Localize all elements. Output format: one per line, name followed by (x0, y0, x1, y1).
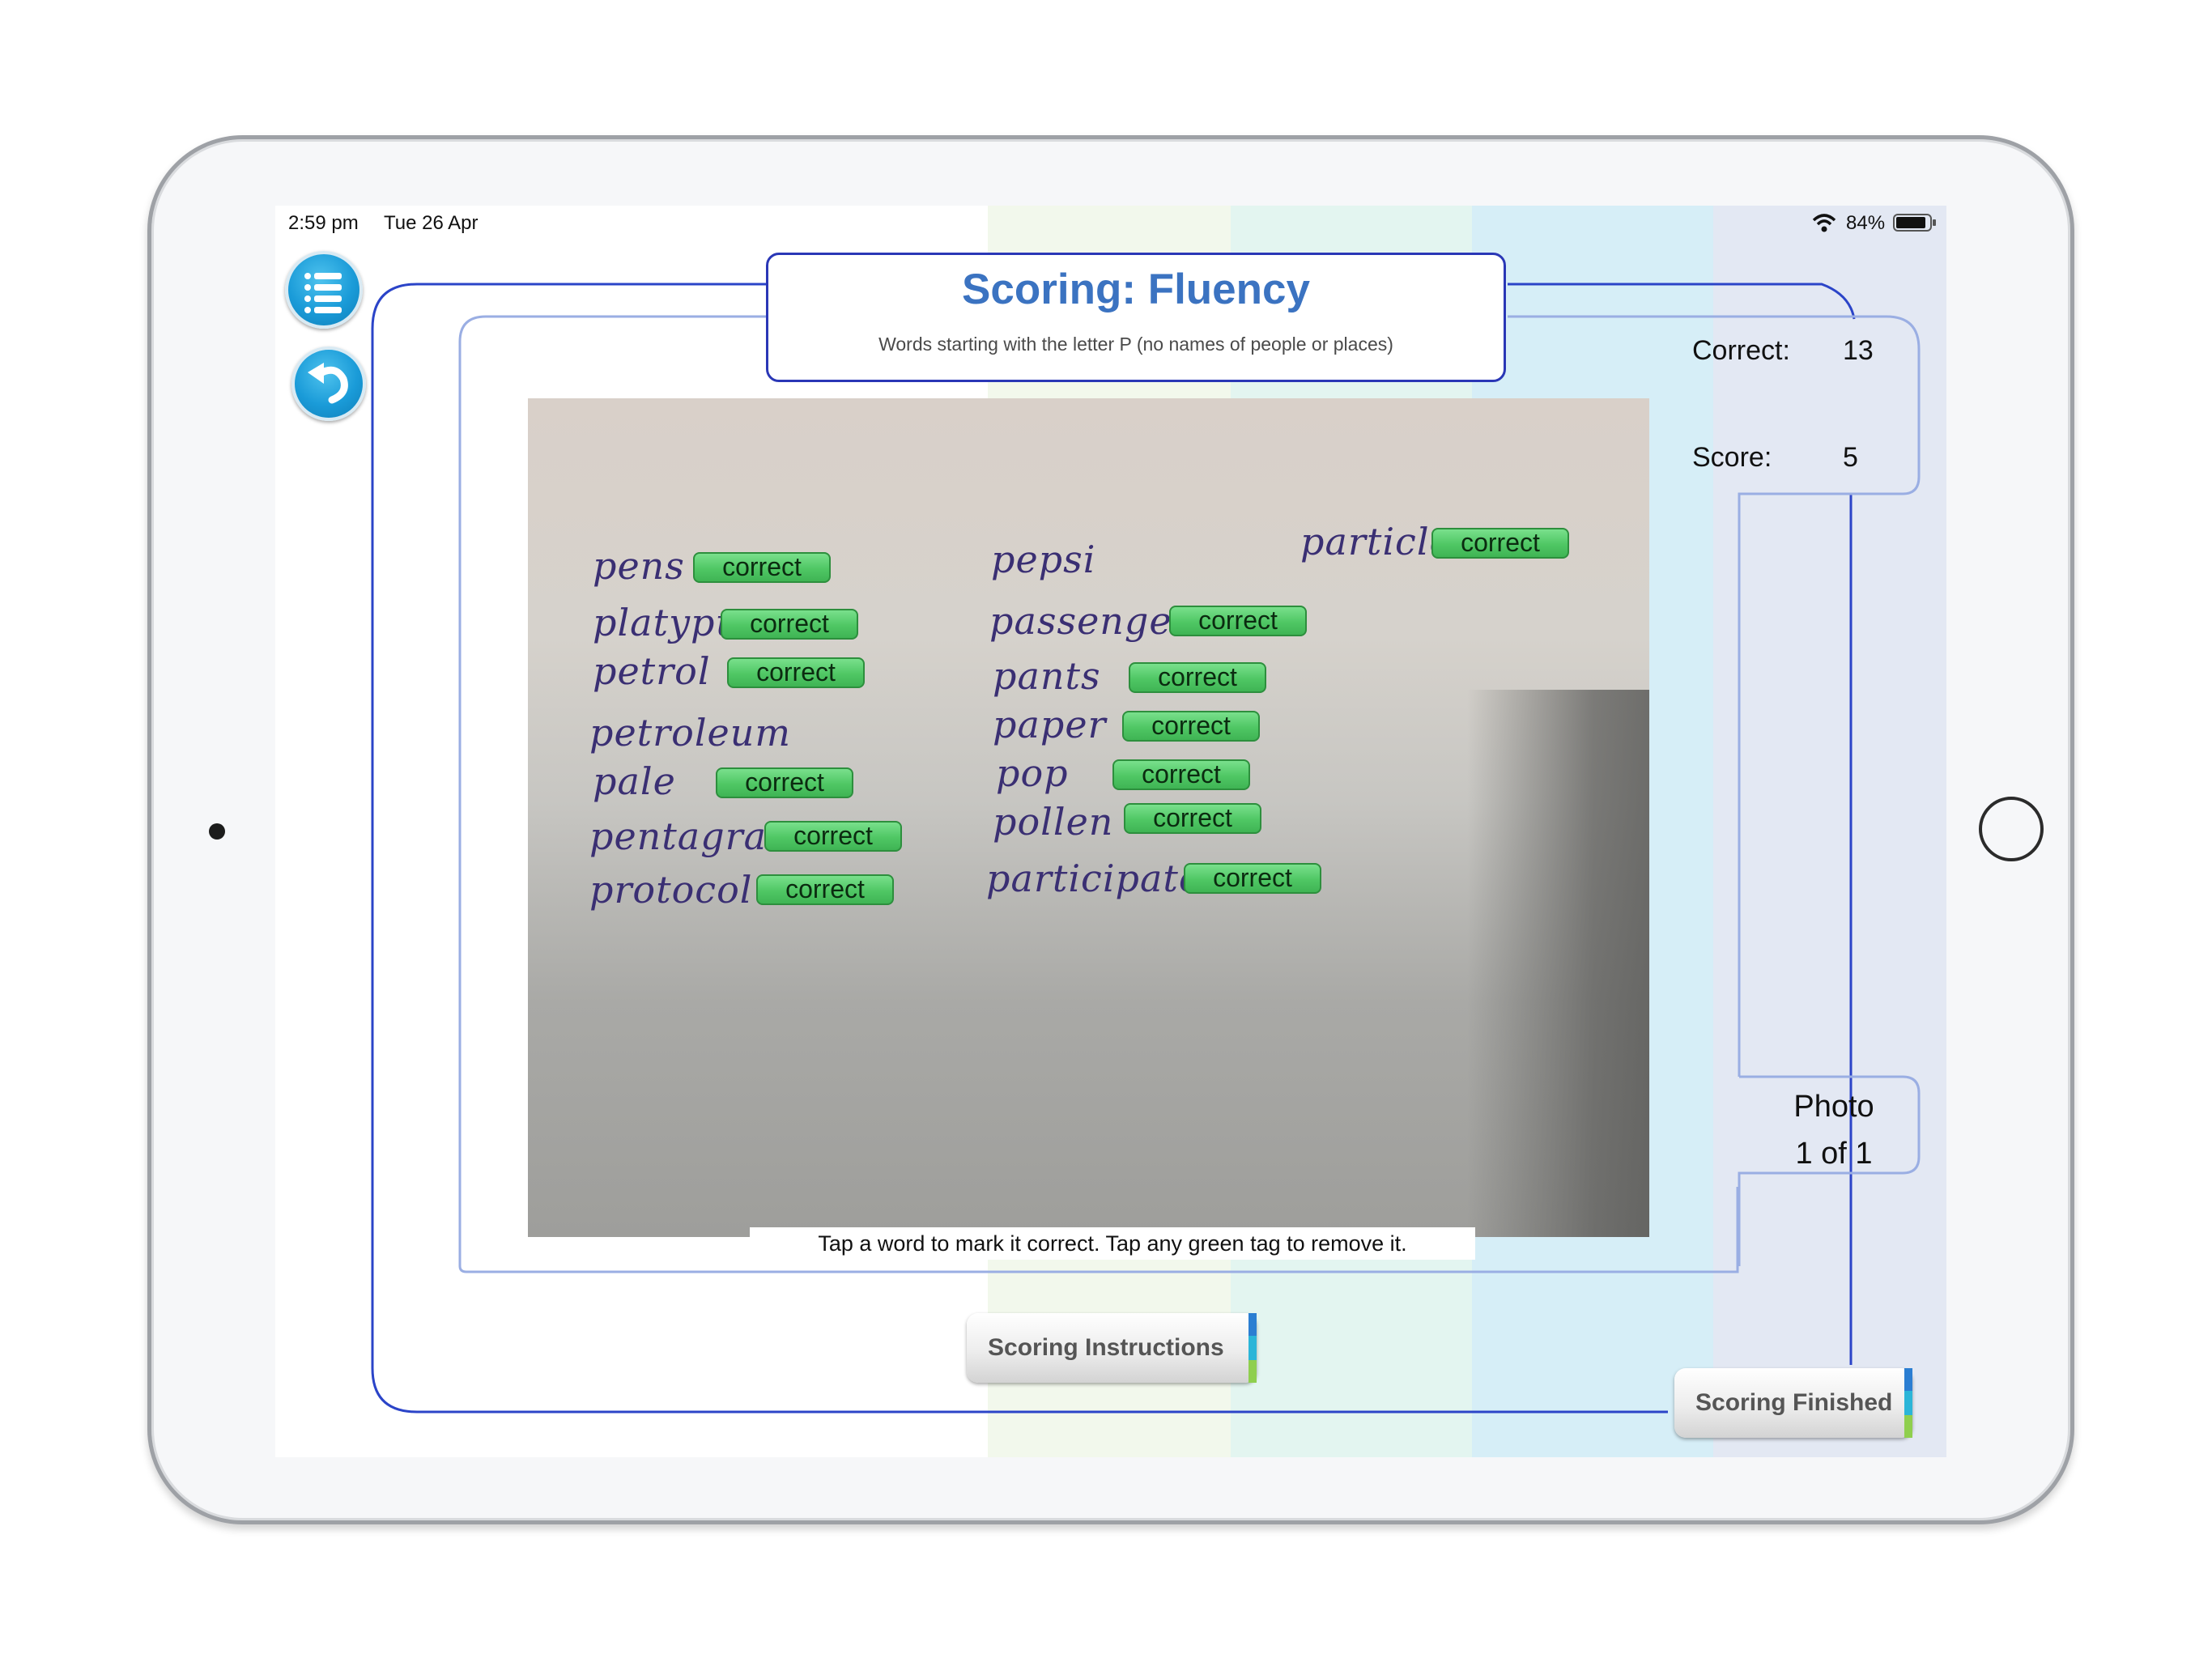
photo-position: 1 of 1 (1795, 1137, 1873, 1171)
word-petrol[interactable]: petrol (593, 649, 711, 693)
word-participate[interactable]: participate (986, 857, 1202, 900)
scoring-finished-label: Scoring Finished (1695, 1389, 1893, 1416)
button-accent (1249, 1336, 1257, 1360)
word-particle[interactable]: particle (1300, 520, 1453, 563)
home-button[interactable] (1979, 797, 2044, 861)
page-subtitle: Words starting with the letter P (no nam… (878, 334, 1393, 355)
button-accent (1904, 1391, 1912, 1415)
scoring-instructions-button[interactable]: Scoring Instructions (967, 1313, 1257, 1383)
correct-tag[interactable]: correct (1124, 803, 1261, 834)
correct-tag[interactable]: correct (721, 609, 858, 640)
undo-icon (308, 363, 348, 404)
scoring-instructions-label: Scoring Instructions (988, 1334, 1224, 1361)
button-accent (1249, 1360, 1257, 1383)
camera-dot (209, 823, 225, 840)
correct-value: 13 (1843, 335, 1874, 366)
word-protocol[interactable]: protocol (589, 868, 752, 912)
correct-tag[interactable]: correct (1112, 759, 1250, 790)
correct-tag[interactable]: correct (727, 657, 865, 688)
word-paper[interactable]: paper (993, 703, 1107, 746)
correct-tag[interactable]: correct (764, 821, 902, 852)
title-box: Scoring: Fluency Words starting with the… (766, 253, 1506, 382)
button-accent (1904, 1368, 1912, 1391)
scoring-finished-button[interactable]: Scoring Finished (1674, 1368, 1912, 1438)
word-pepsi[interactable]: pepsi (991, 538, 1095, 581)
menu-button[interactable] (285, 251, 363, 329)
button-accent (1904, 1415, 1912, 1438)
correct-tag[interactable]: correct (1184, 863, 1321, 894)
scoring-photo[interactable]: pens correct platypus correct petrol cor… (528, 398, 1649, 1237)
word-pollen[interactable]: pollen (993, 800, 1113, 844)
list-icon (304, 273, 342, 313)
correct-tag[interactable]: correct (1122, 711, 1260, 742)
correct-tag[interactable]: correct (693, 552, 831, 583)
button-accent (1249, 1313, 1257, 1336)
score-label: Score: (1692, 442, 1772, 473)
word-petroleum[interactable]: petroleum (589, 711, 791, 755)
correct-tag[interactable]: correct (1431, 528, 1569, 559)
word-passenger[interactable]: passenger (989, 599, 1191, 643)
correct-tag[interactable]: correct (716, 767, 853, 798)
page-title: Scoring: Fluency (962, 266, 1310, 313)
word-pale[interactable]: pale (593, 759, 676, 803)
word-pop[interactable]: pop (996, 751, 1069, 795)
word-pens[interactable]: pens (593, 544, 685, 588)
correct-tag[interactable]: correct (1129, 662, 1266, 693)
photo-shadow (1467, 690, 1649, 1237)
word-pants[interactable]: pants (993, 654, 1101, 698)
correct-tag[interactable]: correct (756, 874, 894, 905)
instruction-hint: Tap a word to mark it correct. Tap any g… (750, 1227, 1475, 1260)
correct-label: Correct: (1692, 335, 1790, 366)
correct-tag[interactable]: correct (1169, 606, 1307, 636)
undo-button[interactable] (291, 346, 366, 421)
photo-label: Photo (1793, 1090, 1874, 1124)
score-value: 5 (1843, 442, 1858, 473)
